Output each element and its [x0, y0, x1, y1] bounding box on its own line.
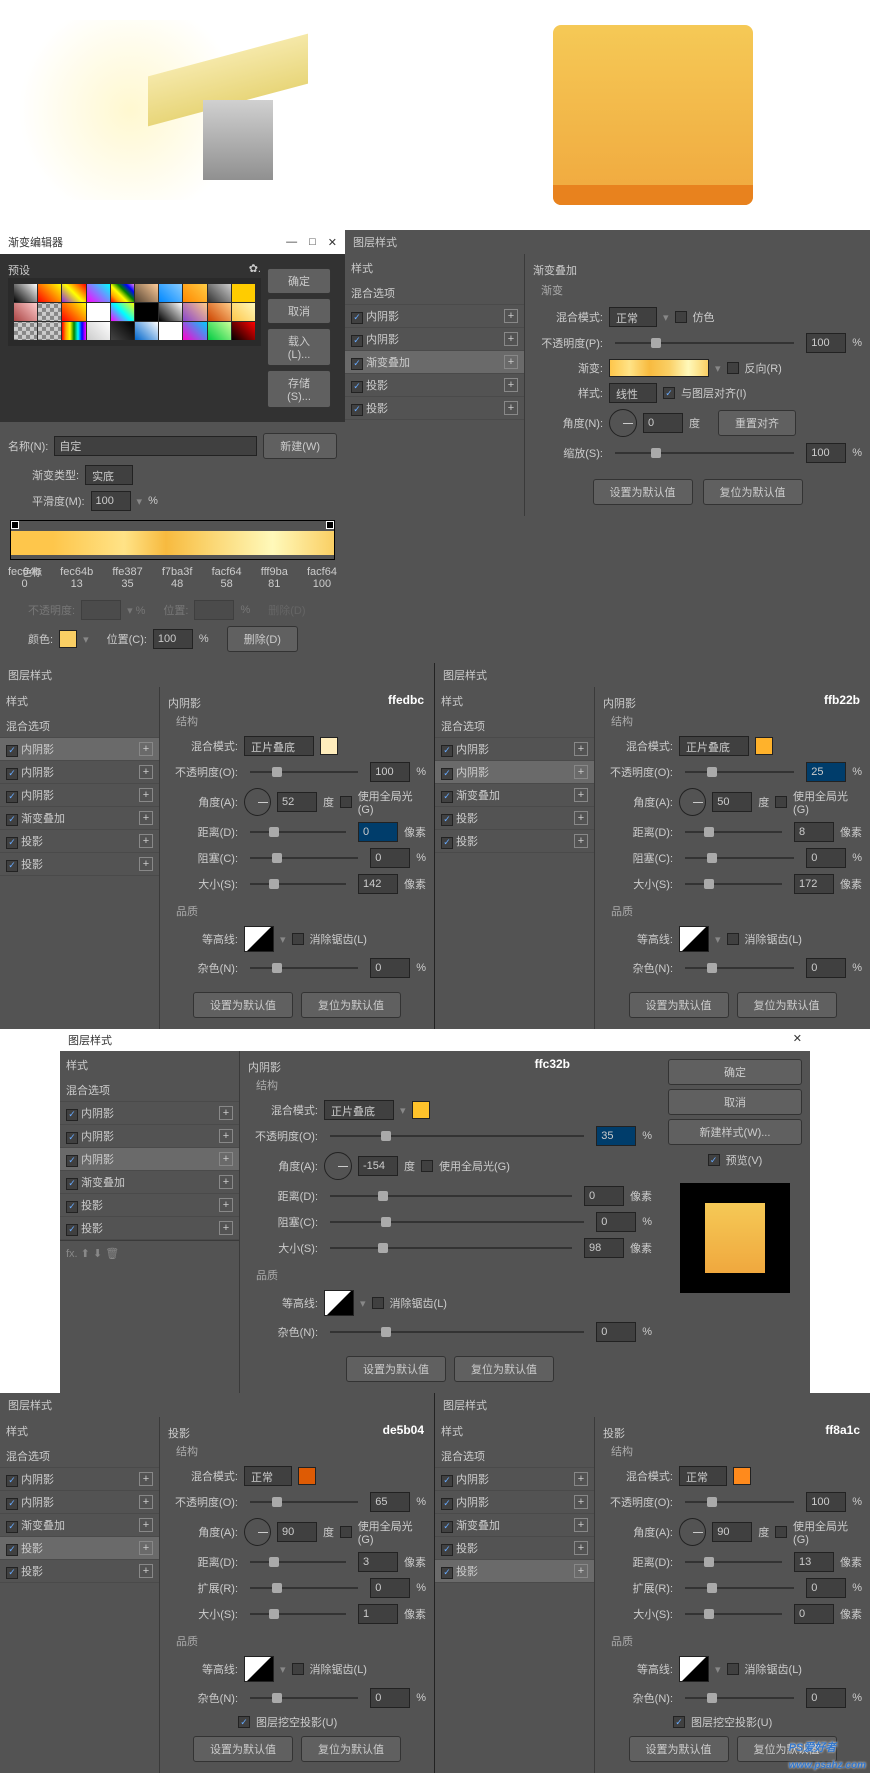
styles-header: 样式 — [345, 254, 524, 282]
gradient-presets[interactable] — [8, 278, 261, 346]
style-item-active[interactable]: 渐变叠加+ — [345, 351, 524, 374]
name-label: 名称(N): — [8, 438, 48, 454]
preview-checkbox[interactable] — [708, 1154, 720, 1166]
close-icon[interactable]: ✕ — [793, 1032, 802, 1048]
presets-label: 预设 — [8, 262, 30, 278]
blending-options[interactable]: 混合选项 — [0, 715, 159, 738]
style-item[interactable]: 投影+ — [345, 374, 524, 397]
load-button[interactable]: 载入(L)... — [267, 328, 331, 366]
align-checkbox[interactable] — [663, 387, 675, 399]
style-item[interactable]: 投影+ — [0, 853, 159, 876]
reset-align-button[interactable]: 重置对齐 — [718, 410, 796, 436]
pos-label: 位置(C): — [107, 631, 147, 647]
style-item[interactable]: 投影+ — [345, 397, 524, 420]
pos-input[interactable] — [153, 629, 193, 649]
smooth-label: 平滑度(M): — [32, 493, 85, 509]
cancel-button[interactable]: 取消 — [267, 298, 331, 324]
maximize-icon[interactable]: □ — [309, 236, 316, 249]
delete-button[interactable]: 删除(D) — [227, 626, 298, 652]
new-button[interactable]: 新建(W) — [263, 433, 337, 459]
plus-icon[interactable]: + — [504, 309, 518, 323]
style-item[interactable]: 投影+ — [0, 830, 159, 853]
style-item[interactable]: 内阴影+ — [0, 761, 159, 784]
stop-opacity-label: 不透明度: — [28, 602, 75, 618]
style-select[interactable]: 线性 — [609, 383, 657, 403]
hex-annotation: ffedbc — [388, 693, 424, 707]
blending-options[interactable]: 混合选项 — [345, 282, 524, 305]
minimize-icon[interactable]: ― — [286, 236, 297, 249]
new-style-button[interactable]: 新建样式(W)... — [668, 1119, 802, 1145]
ok-button[interactable]: 确定 — [668, 1059, 802, 1085]
angle-input[interactable] — [643, 413, 683, 433]
default-button[interactable]: 设置为默认值 — [593, 479, 693, 505]
blend-select[interactable]: 正片叠底 — [244, 736, 314, 756]
shape-cross-cube — [118, 55, 318, 175]
type-label: 渐变类型: — [32, 467, 79, 483]
smooth-input[interactable] — [91, 491, 131, 511]
style-item[interactable]: 内阴影+ — [345, 305, 524, 328]
overlay-title: 渐变叠加 — [533, 262, 862, 278]
gradient-bar[interactable] — [11, 531, 334, 555]
shape-book — [553, 25, 753, 205]
blend-select[interactable]: 正常 — [609, 307, 657, 327]
color-chip[interactable] — [59, 630, 77, 648]
reset-button[interactable]: 复位为默认值 — [703, 479, 803, 505]
scale-input[interactable] — [806, 443, 846, 463]
style-item[interactable]: 渐变叠加+ — [0, 807, 159, 830]
save-button[interactable]: 存储(S)... — [267, 370, 331, 408]
gradient-editor-titlebar: 渐变编辑器 ― □ ✕ — [0, 230, 345, 254]
opacity-input[interactable] — [806, 333, 846, 353]
ok-button[interactable]: 确定 — [267, 268, 331, 294]
layer-style-title: 图层样式 — [345, 230, 870, 254]
cancel-button[interactable]: 取消 — [668, 1089, 802, 1115]
style-item[interactable]: 内阴影+ — [345, 328, 524, 351]
style-item[interactable]: 内阴影+ — [0, 738, 159, 761]
reverse-checkbox[interactable] — [727, 362, 739, 374]
illustration-area — [0, 0, 870, 230]
type-select[interactable]: 实底 — [85, 465, 133, 485]
gear-icon[interactable]: ✿. — [249, 262, 261, 278]
color-label: 颜色: — [28, 631, 53, 647]
color-chip[interactable] — [320, 737, 338, 755]
contour-picker[interactable] — [244, 926, 274, 952]
hex-annotation: ffb22b — [824, 693, 860, 707]
close-icon[interactable]: ✕ — [328, 236, 337, 249]
preview-thumbnail — [680, 1183, 790, 1293]
scale-slider[interactable] — [615, 452, 794, 454]
style-item[interactable]: 内阴影+ — [0, 784, 159, 807]
gradient-preview[interactable] — [609, 359, 709, 377]
name-input[interactable] — [54, 436, 257, 456]
opacity-slider[interactable] — [615, 342, 794, 344]
watermark: PS爱好者 www.psahz.com — [789, 1738, 866, 1771]
angle-dial[interactable] — [609, 409, 637, 437]
stop-section-label: 色标 — [22, 564, 337, 579]
gradient-editor-title: 渐变编辑器 — [8, 234, 63, 250]
dither-checkbox[interactable] — [675, 311, 687, 323]
